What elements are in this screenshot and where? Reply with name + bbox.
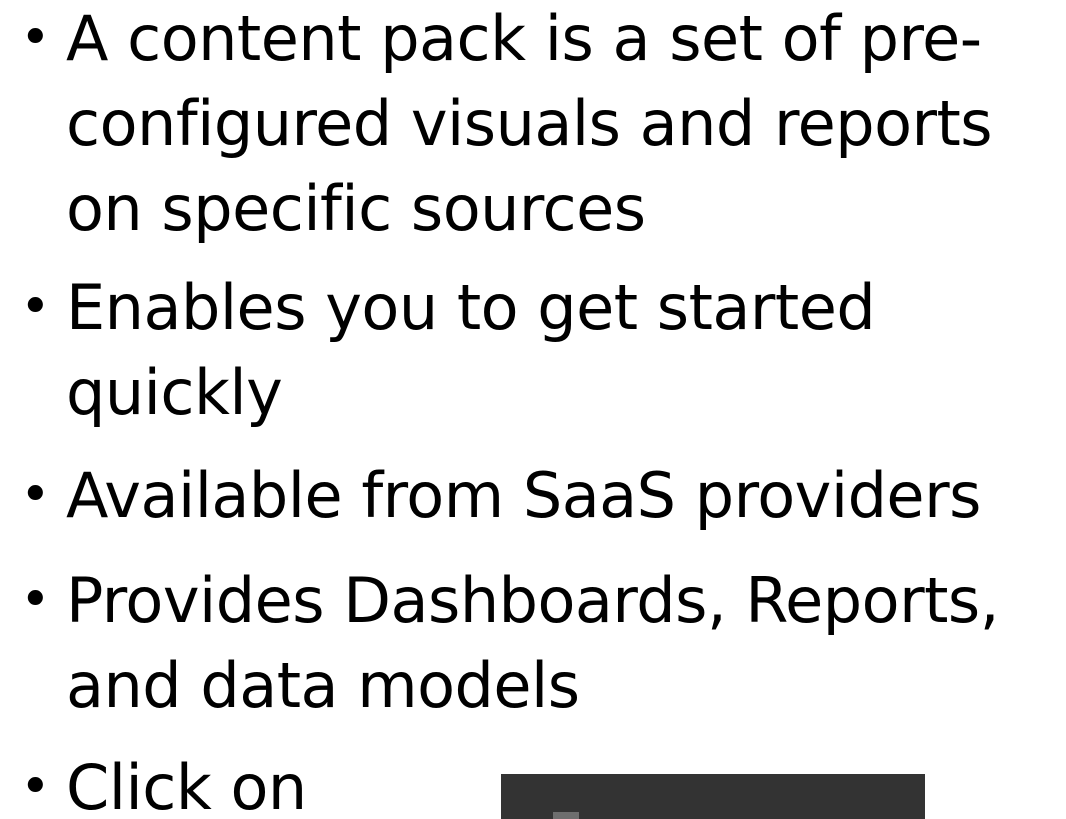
bullet-text: Available from SaaS providers — [66, 459, 981, 532]
bullet-text: Click on — [66, 751, 307, 819]
bullet-content-pack: • A content pack is a set of pre-configu… — [0, 0, 1066, 251]
panel-icon — [553, 812, 579, 819]
bullet-dot-icon: • — [20, 570, 51, 630]
slide: • A content pack is a set of pre-configu… — [0, 0, 1066, 819]
get-data-button-screenshot — [501, 774, 925, 819]
bullet-saas-providers: • Available from SaaS providers — [0, 453, 1066, 538]
bullet-dot-icon: • — [20, 277, 51, 337]
bullet-get-started: • Enables you to get started quickly — [0, 265, 1066, 435]
bullet-dot-icon: • — [20, 757, 51, 817]
bullet-text: Enables you to get started quickly — [66, 271, 876, 429]
bullet-text: A content pack is a set of pre-configure… — [66, 2, 993, 245]
bullet-text: Provides Dashboards, Reports, and data m… — [66, 564, 999, 722]
bullet-dot-icon: • — [20, 8, 51, 68]
bullet-dashboards: • Provides Dashboards, Reports, and data… — [0, 558, 1066, 728]
bullet-dot-icon: • — [20, 465, 51, 525]
